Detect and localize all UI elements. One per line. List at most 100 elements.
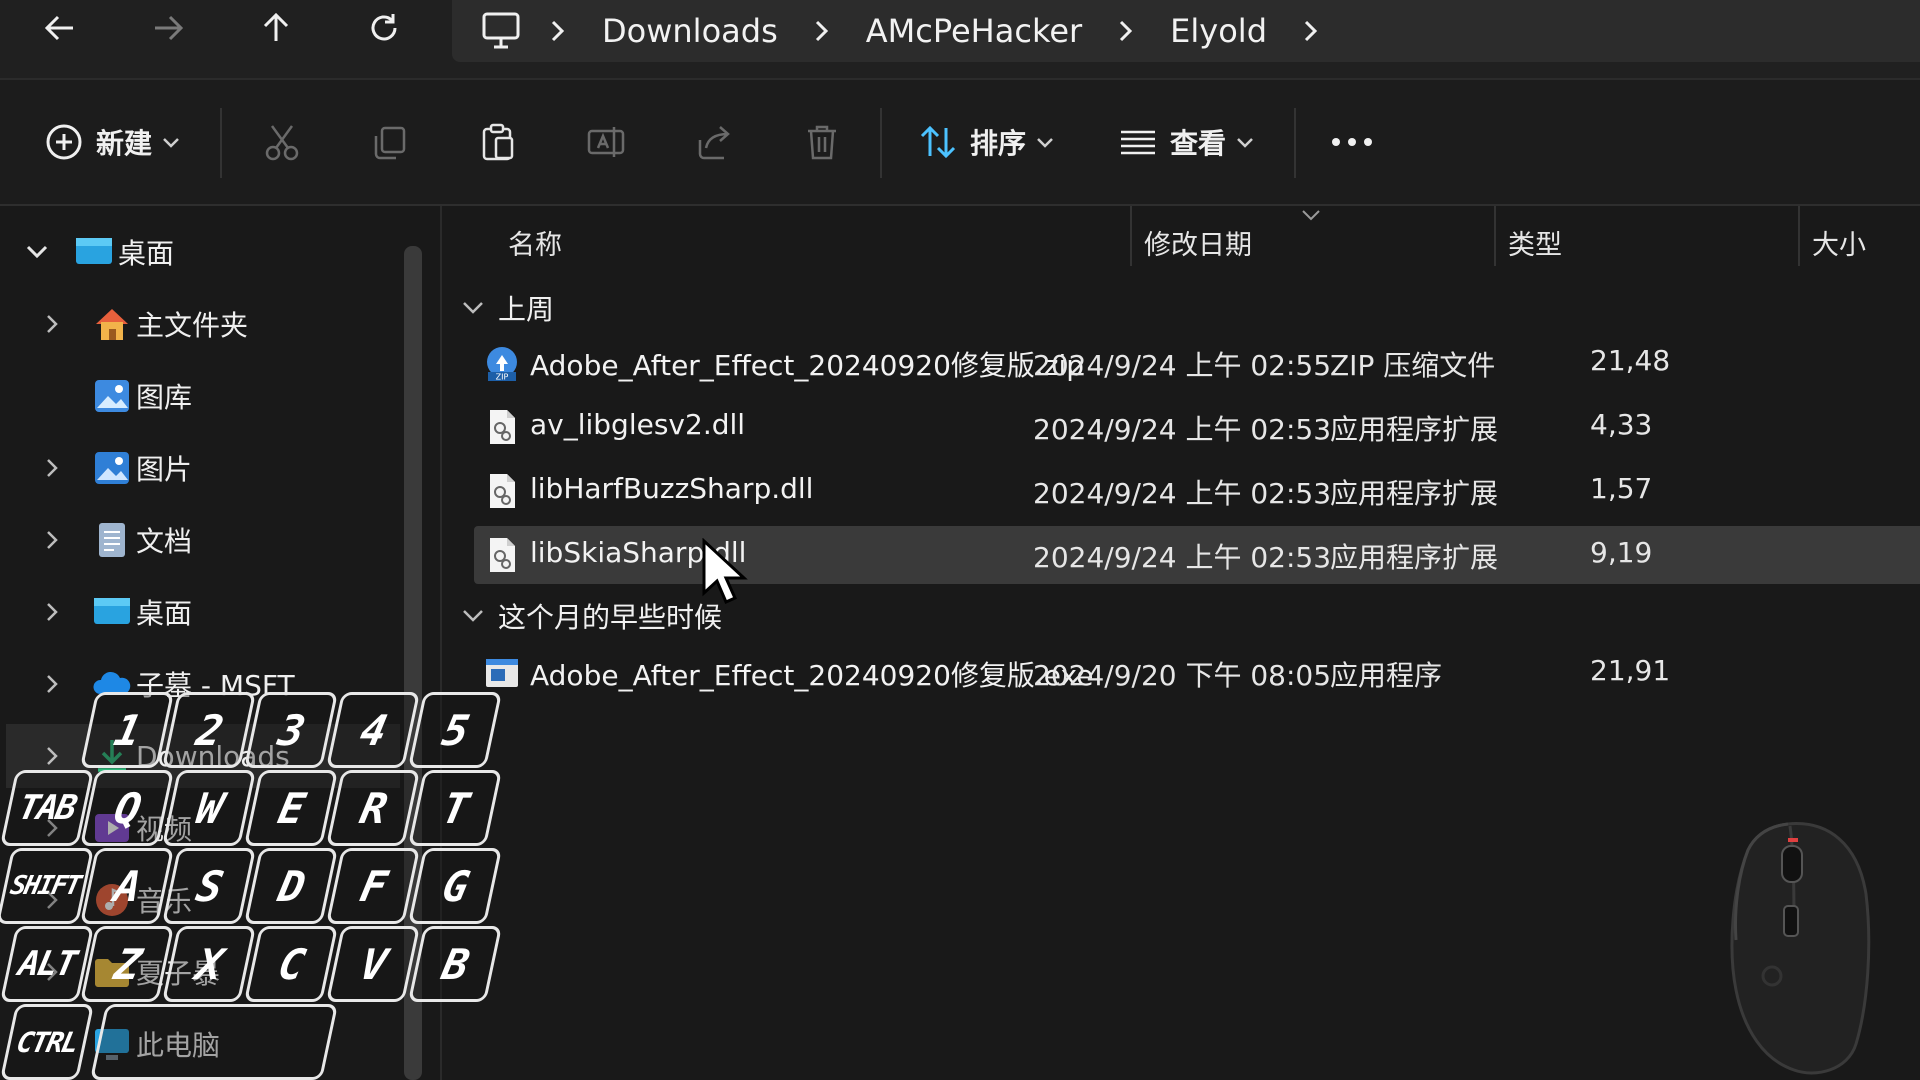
- zip-icon: ZIP: [487, 347, 517, 382]
- key-z: Z: [79, 926, 175, 1002]
- table-row-selected[interactable]: libSkiaSharp.dll 2024/9/24 上午 02:53 应用程序…: [474, 526, 1920, 584]
- file-type: 应用程序扩展: [1330, 413, 1499, 446]
- up-button[interactable]: [252, 4, 300, 52]
- breadcrumb-amcpehacker[interactable]: AMcPeHacker: [866, 12, 1082, 50]
- documents-icon: [99, 523, 125, 557]
- key-space: [89, 1004, 339, 1080]
- copy-icon: [374, 126, 406, 160]
- column-header-name[interactable]: 名称: [508, 212, 562, 272]
- chevron-down-icon: [1237, 138, 1253, 148]
- sidebar-item-label: 桌面: [136, 597, 193, 630]
- copy-button[interactable]: [370, 100, 410, 184]
- key-label: 3: [274, 705, 308, 755]
- key-s: S: [161, 848, 257, 924]
- column-divider[interactable]: [1130, 206, 1132, 266]
- sidebar-item-desktop[interactable]: 桌面: [0, 220, 400, 284]
- rename-button[interactable]: [586, 100, 626, 184]
- refresh-button[interactable]: [360, 4, 408, 52]
- column-header-date[interactable]: 修改日期: [1144, 212, 1252, 272]
- sidebar-item-gallery[interactable]: 图库: [0, 364, 400, 428]
- key-label: Z: [110, 939, 144, 989]
- sidebar-item-documents[interactable]: 文档: [0, 508, 400, 572]
- delete-button[interactable]: [802, 100, 842, 184]
- new-label: 新建: [96, 127, 153, 160]
- chevron-down-icon: [26, 245, 48, 259]
- chevron-right-icon: [47, 603, 58, 621]
- table-row[interactable]: Adobe_After_Effect_20240920修复版.exe 2024/…: [474, 644, 1920, 702]
- arrow-left-icon: [44, 15, 73, 41]
- key-v: V: [325, 926, 421, 1002]
- column-divider[interactable]: [1494, 206, 1496, 266]
- column-header-type[interactable]: 类型: [1508, 212, 1562, 272]
- chevron-right-icon[interactable]: [814, 19, 830, 43]
- chevron-right-icon[interactable]: [1118, 19, 1134, 43]
- new-button[interactable]: 新建: [44, 100, 182, 184]
- breadcrumb-elyold[interactable]: Elyold: [1170, 12, 1267, 50]
- table-row[interactable]: ZIP Adobe_After_Effect_20240920修复版.zip 2…: [474, 334, 1920, 392]
- chevron-down-icon: [463, 302, 483, 314]
- key-1: 1: [79, 692, 175, 768]
- table-row[interactable]: av_libglesv2.dll 2024/9/24 上午 02:53 应用程序…: [474, 398, 1920, 456]
- desktop-icon: [76, 238, 112, 264]
- file-type: 应用程序: [1330, 659, 1443, 692]
- key-label: CTRL: [13, 1025, 81, 1059]
- share-button[interactable]: [694, 100, 734, 184]
- arrow-right-icon: [155, 15, 184, 41]
- key-label: 1: [110, 705, 144, 755]
- breadcrumb-downloads[interactable]: Downloads: [602, 12, 778, 50]
- refresh-icon: [371, 14, 397, 41]
- scissors-icon: [265, 125, 299, 161]
- toolbar-divider: [1294, 108, 1296, 178]
- file-size: 1,57: [1590, 472, 1653, 505]
- cut-button[interactable]: [262, 100, 302, 184]
- chevron-right-icon[interactable]: [550, 19, 566, 43]
- key-label: D: [274, 861, 308, 911]
- gallery-icon: [95, 380, 129, 412]
- key-label: W: [192, 783, 226, 833]
- sidebar-item-desktop-2[interactable]: 桌面: [0, 580, 400, 644]
- back-button[interactable]: [36, 4, 84, 52]
- sidebar-item-label: 文档: [136, 525, 193, 558]
- sidebar-item-label: 图片: [136, 453, 193, 486]
- file-size: 21,91: [1590, 654, 1671, 687]
- paste-button[interactable]: [478, 100, 518, 184]
- mouse-cursor-icon: [702, 538, 748, 604]
- file-date: 2024/9/20 下午 08:05: [1033, 659, 1332, 692]
- key-label: B: [438, 939, 472, 989]
- key-label: R: [356, 783, 390, 833]
- chevron-right-icon[interactable]: [1303, 19, 1319, 43]
- toolbar-divider: [880, 108, 882, 178]
- view-button[interactable]: 查看: [1118, 100, 1256, 184]
- key-label: TAB: [15, 788, 79, 828]
- key-label: T: [438, 783, 472, 833]
- file-size: 9,19: [1590, 536, 1653, 569]
- key-c: C: [243, 926, 339, 1002]
- sort-arrows-icon: [920, 125, 956, 159]
- column-divider[interactable]: [1798, 206, 1800, 266]
- column-header-size[interactable]: 大小: [1812, 212, 1866, 272]
- forward-button[interactable]: [144, 4, 192, 52]
- file-size: 4,33: [1590, 408, 1653, 441]
- group-header-earlier-this-month[interactable]: 这个月的早些时候: [460, 594, 722, 638]
- sidebar-item-home[interactable]: 主文件夹: [0, 292, 400, 356]
- group-header-last-week[interactable]: 上周: [460, 286, 554, 330]
- sort-button[interactable]: 排序: [918, 100, 1056, 184]
- ellipsis-icon: [1332, 138, 1372, 146]
- svg-text:ZIP: ZIP: [496, 373, 509, 382]
- key-e: E: [243, 770, 339, 846]
- plus-circle-icon: [46, 124, 82, 160]
- exe-icon: [486, 659, 518, 687]
- key-3: 3: [243, 692, 339, 768]
- chevron-right-icon: [47, 675, 58, 693]
- table-row[interactable]: libHarfBuzzSharp.dll 2024/9/24 上午 02:53 …: [474, 462, 1920, 520]
- more-options-button[interactable]: [1330, 100, 1374, 184]
- sidebar-item-pictures[interactable]: 图片: [0, 436, 400, 500]
- chevron-right-icon: [47, 459, 58, 477]
- file-name: av_libglesv2.dll: [530, 408, 746, 441]
- key-label: ALT: [15, 944, 79, 984]
- this-pc-icon: [480, 11, 522, 51]
- group-label: 这个月的早些时候: [498, 601, 723, 634]
- address-bar[interactable]: Downloads AMcPeHacker Elyold: [452, 0, 1920, 62]
- dll-icon: [490, 474, 515, 508]
- key-t: T: [407, 770, 503, 846]
